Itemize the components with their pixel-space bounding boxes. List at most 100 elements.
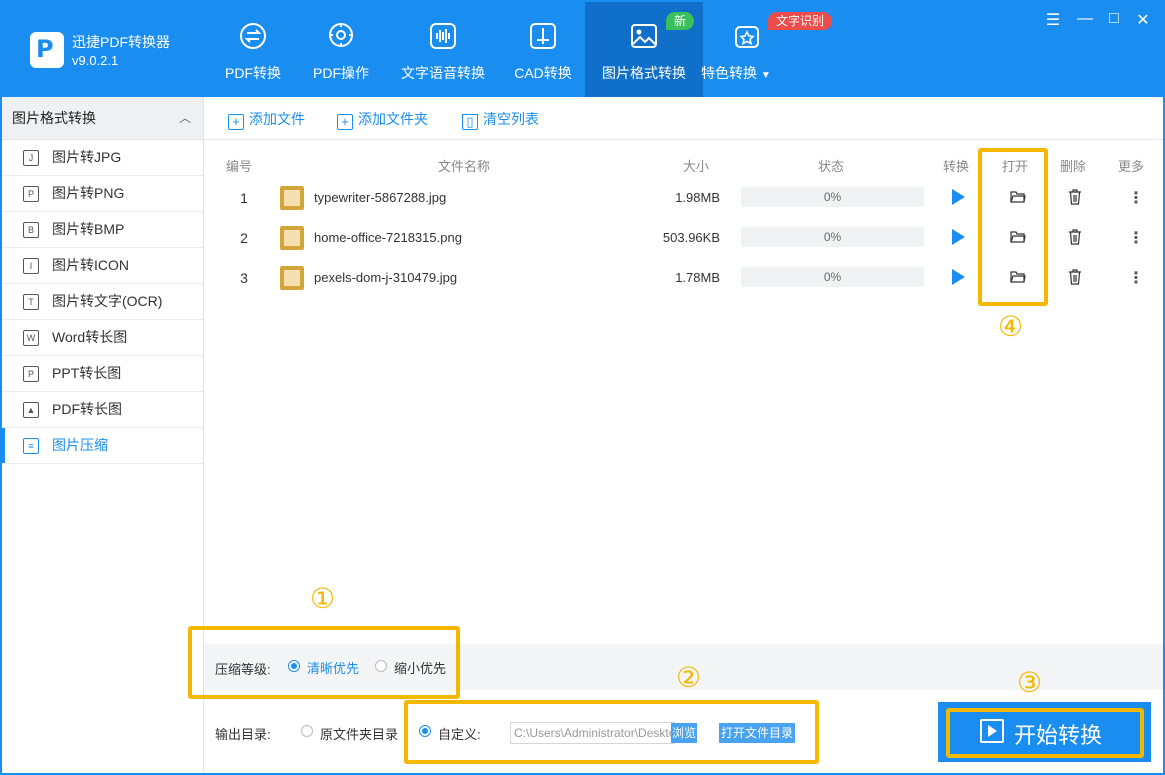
file-size: 503.96KB — [662, 230, 720, 245]
sidebar-item-icon[interactable]: I 图片转ICON — [2, 248, 203, 284]
nav-cad[interactable]: CAD转换 — [501, 2, 585, 97]
play-icon[interactable] — [952, 229, 965, 245]
image-file-icon: P — [23, 186, 39, 202]
file-name: pexels-dom-j-310479.jpg — [314, 270, 458, 285]
nav-pdf-convert[interactable]: PDF转换 — [209, 2, 297, 97]
col-delete: 删除 — [1060, 159, 1087, 174]
add-file-icon: + — [228, 114, 244, 130]
close-button[interactable]: ✕ — [1132, 10, 1154, 30]
trash-icon: ▯ — [462, 114, 478, 130]
highlight-box-3 — [946, 708, 1144, 758]
sidebar-item-label: 图片转ICON — [52, 257, 129, 273]
minimize-button[interactable]: — — [1074, 10, 1096, 28]
sidebar-item-label: Word转长图 — [52, 329, 128, 345]
app-name: 迅捷PDF转换器 — [72, 34, 170, 50]
add-folder-button[interactable]: + 添加文件夹 — [337, 110, 428, 130]
nav-label: CAD转换 — [514, 65, 572, 81]
sidebar: 图片格式转换 ︿ J 图片转JPG P 图片转PNG B 图片转BMP I 图片转ICO… — [2, 97, 204, 773]
image-file-icon: J — [23, 150, 39, 166]
top-header: P 迅捷PDF转换器 v9.0.2.1 PDF转换 PDF操作 文字语音转换 C… — [2, 2, 1163, 97]
col-name: 文件名称 — [438, 159, 491, 174]
sidebar-item-label: PPT转长图 — [52, 365, 122, 381]
file-size: 1.78MB — [675, 270, 720, 285]
app-version: v9.0.2.1 — [72, 53, 119, 68]
trash-icon[interactable] — [1068, 229, 1082, 245]
row-num: 1 — [240, 190, 248, 206]
file-size: 1.98MB — [675, 190, 720, 205]
more-icon[interactable]: ⋮ — [1128, 268, 1144, 288]
add-folder-icon: + — [337, 114, 353, 130]
star-convert-icon — [735, 26, 759, 48]
sidebar-item-label: 图片压缩 — [52, 437, 108, 453]
nav-text-voice[interactable]: 文字语音转换 — [385, 2, 501, 97]
progress-bar: 0% — [741, 267, 924, 287]
cad-icon — [530, 23, 556, 49]
add-file-button[interactable]: + 添加文件 — [228, 110, 305, 130]
word-file-icon: W — [23, 330, 39, 346]
annotation-2: ② — [676, 661, 702, 694]
sidebar-item-ppt-long[interactable]: P PPT转长图 — [2, 356, 203, 392]
chevron-up-icon[interactable]: ︿ — [179, 97, 191, 139]
play-icon[interactable] — [952, 269, 965, 285]
ppt-file-icon: P — [23, 366, 39, 382]
chevron-down-icon: ▼ — [760, 70, 771, 81]
trash-icon[interactable] — [1068, 189, 1082, 205]
pdf-operate-icon — [329, 23, 353, 47]
sidebar-item-label: 图片转PNG — [52, 185, 125, 201]
sidebar-item-bmp[interactable]: B 图片转BMP — [2, 212, 203, 248]
highlight-box-1 — [188, 626, 460, 699]
app-window: P 迅捷PDF转换器 v9.0.2.1 PDF转换 PDF操作 文字语音转换 C… — [0, 0, 1165, 775]
compress-icon: ≡ — [23, 438, 39, 454]
clear-list-button[interactable]: ▯ 清空列表 — [462, 110, 539, 130]
new-badge: 新 — [666, 12, 695, 30]
annotation-1: ① — [310, 582, 336, 615]
col-convert: 转换 — [943, 159, 970, 174]
nav-pdf-operate[interactable]: PDF操作 — [297, 2, 385, 97]
nav-label: PDF操作 — [313, 65, 369, 81]
sidebar-item-label: 图片转BMP — [52, 221, 125, 237]
annotation-3: ③ — [1017, 666, 1043, 699]
sidebar-item-word-long[interactable]: W Word转长图 — [2, 320, 203, 356]
col-more: 更多 — [1118, 159, 1145, 174]
file-name: typewriter-5867288.jpg — [314, 190, 447, 205]
text-icon: T — [23, 294, 39, 310]
image-icon — [631, 24, 657, 48]
progress-bar: 0% — [741, 187, 924, 207]
col-size: 大小 — [683, 159, 710, 174]
voice-wave-icon — [430, 23, 456, 49]
sidebar-item-ocr[interactable]: T 图片转文字(OCR) — [2, 284, 203, 320]
maximize-button[interactable]: □ — [1103, 10, 1125, 28]
pdf-image-icon: ▲ — [23, 402, 39, 418]
sidebar-title: 图片格式转换 — [12, 110, 96, 126]
image-file-icon: I — [23, 258, 39, 274]
col-status: 状态 — [818, 159, 845, 174]
row-num: 2 — [240, 230, 248, 246]
sidebar-item-label: 图片转JPG — [52, 149, 122, 165]
toolbar: + 添加文件 + 添加文件夹 ▯ 清空列表 — [204, 97, 1163, 140]
file-name: home-office-7218315.png — [314, 230, 462, 245]
radio-original-dir[interactable] — [301, 725, 313, 737]
output-label: 输出目录: — [215, 727, 271, 742]
image-thumbnail — [280, 226, 304, 250]
progress-bar: 0% — [741, 227, 924, 247]
play-icon[interactable] — [952, 189, 965, 205]
pdf-convert-icon — [240, 23, 266, 49]
row-num: 3 — [240, 270, 248, 286]
sidebar-item-png[interactable]: P 图片转PNG — [2, 176, 203, 212]
sidebar-item-jpg[interactable]: J 图片转JPG — [2, 140, 203, 176]
menu-icon[interactable]: ☰ — [1042, 10, 1064, 30]
sidebar-item-pdf-long[interactable]: ▲ PDF转长图 — [2, 392, 203, 428]
image-file-icon: B — [23, 222, 39, 238]
trash-icon[interactable] — [1068, 269, 1082, 285]
nav-label: 图片格式转换 — [602, 65, 686, 81]
sidebar-item-label: PDF转长图 — [52, 401, 122, 417]
image-thumbnail — [280, 186, 304, 210]
col-num: 编号 — [226, 159, 253, 174]
ocr-badge: 文字识别 — [768, 12, 833, 30]
annotation-4: ④ — [998, 310, 1024, 343]
sidebar-header[interactable]: 图片格式转换 ︿ — [2, 97, 203, 140]
more-icon[interactable]: ⋮ — [1128, 188, 1144, 208]
sidebar-item-compress[interactable]: ≡ 图片压缩 — [2, 428, 203, 464]
option-original-dir[interactable]: 原文件夹目录 — [320, 724, 398, 743]
more-icon[interactable]: ⋮ — [1128, 228, 1144, 248]
